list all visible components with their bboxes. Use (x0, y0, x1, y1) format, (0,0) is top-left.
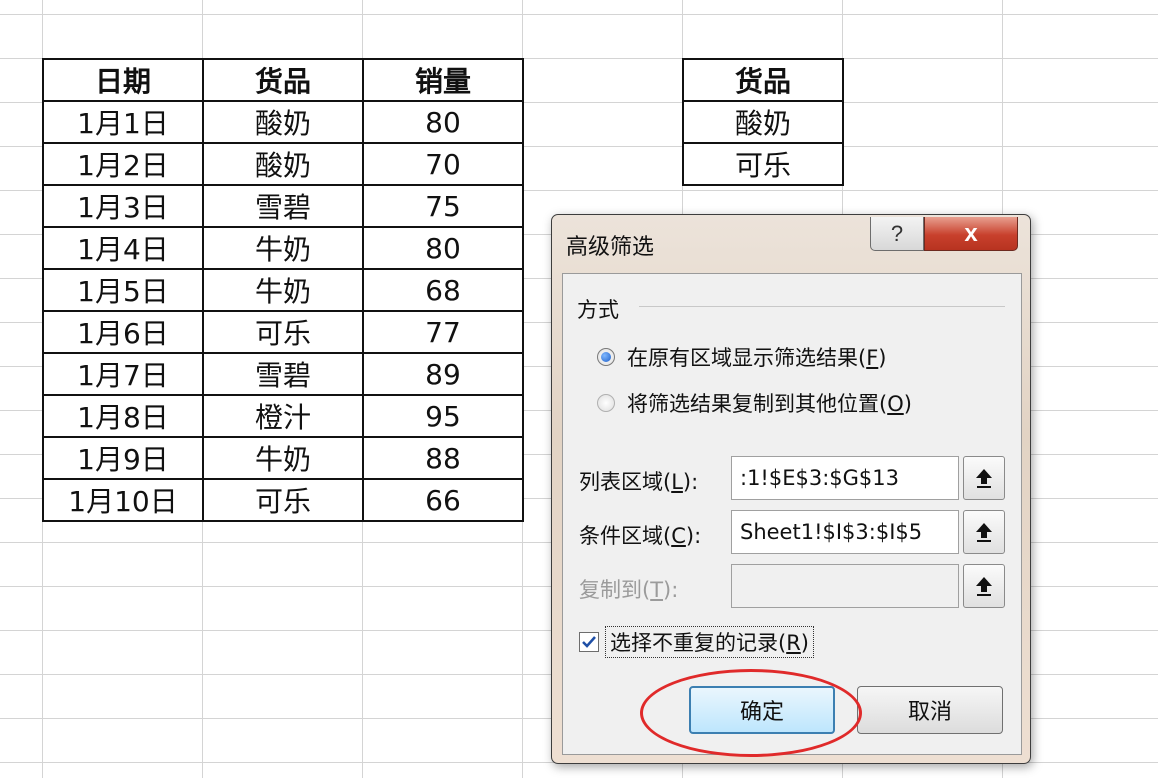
help-button[interactable]: ? (870, 217, 924, 251)
criteria-cell[interactable]: 可乐 (682, 142, 844, 186)
radio-copy-to-location[interactable]: 将筛选结果复制到其他位置(O) (597, 388, 912, 418)
cell-date[interactable]: 1月7日 (42, 352, 204, 396)
cell-sales[interactable]: 75 (362, 184, 524, 228)
table-row: 1月3日 雪碧 75 (42, 184, 524, 228)
mode-group-label: 方式 (577, 298, 619, 322)
radio-inplace-label: 在原有区域显示筛选结果(F) (627, 346, 887, 370)
cell-product[interactable]: 橙汁 (202, 394, 364, 438)
cell-product[interactable]: 酸奶 (202, 100, 364, 144)
checkmark-icon (582, 636, 596, 648)
cell-sales[interactable]: 68 (362, 268, 524, 312)
table-header-row: 日期 货品 销量 (42, 58, 524, 102)
table-row: 1月5日 牛奶 68 (42, 268, 524, 312)
criteria-range-label: 条件区域(C): (579, 524, 702, 548)
cell-product[interactable]: 可乐 (202, 478, 364, 522)
table-row: 1月6日 可乐 77 (42, 310, 524, 354)
collapse-arrow-icon (976, 577, 992, 596)
cell-date[interactable]: 1月8日 (42, 394, 204, 438)
cell-product[interactable]: 牛奶 (202, 436, 364, 480)
criteria-header-row: 货品 (682, 58, 844, 102)
cell-sales[interactable]: 89 (362, 352, 524, 396)
table-row: 1月7日 雪碧 89 (42, 352, 524, 396)
cancel-button[interactable]: 取消 (857, 686, 1003, 734)
cell-product[interactable]: 牛奶 (202, 268, 364, 312)
cell-sales[interactable]: 95 (362, 394, 524, 438)
cell-product[interactable]: 酸奶 (202, 142, 364, 186)
table-row: 1月8日 橙汁 95 (42, 394, 524, 438)
header-product[interactable]: 货品 (202, 58, 364, 102)
radio-filter-in-place[interactable]: 在原有区域显示筛选结果(F) (597, 342, 887, 372)
criteria-row: 可乐 (682, 142, 844, 186)
criteria-range-collapse-button[interactable] (963, 510, 1005, 554)
list-range-input[interactable]: :1!$E$3:$G$13 (731, 456, 959, 500)
cell-product[interactable]: 雪碧 (202, 184, 364, 228)
list-range-collapse-button[interactable] (963, 456, 1005, 500)
cell-sales[interactable]: 66 (362, 478, 524, 522)
unique-records-label: 选择不重复的记录(R) (605, 626, 814, 658)
sales-data-table: 日期 货品 销量 1月1日 酸奶 80 1月2日 酸奶 70 1月3日 雪碧 75 1月4日 牛奶 8… (42, 58, 524, 522)
cell-date[interactable]: 1月9日 (42, 436, 204, 480)
table-row: 1月10日 可乐 66 (42, 478, 524, 522)
cell-date[interactable]: 1月2日 (42, 142, 204, 186)
help-icon: ? (890, 220, 904, 246)
cell-sales[interactable]: 88 (362, 436, 524, 480)
close-button[interactable]: x (924, 217, 1018, 251)
cell-product[interactable]: 牛奶 (202, 226, 364, 270)
table-row: 1月4日 牛奶 80 (42, 226, 524, 270)
close-icon: x (964, 219, 978, 247)
radio-copy-label: 将筛选结果复制到其他位置(O) (627, 392, 912, 416)
radio-button-unselected[interactable] (597, 394, 615, 412)
cell-product[interactable]: 可乐 (202, 310, 364, 354)
header-sales[interactable]: 销量 (362, 58, 524, 102)
cell-date[interactable]: 1月3日 (42, 184, 204, 228)
cell-date[interactable]: 1月1日 (42, 100, 204, 144)
header-date[interactable]: 日期 (42, 58, 204, 102)
cell-sales[interactable]: 77 (362, 310, 524, 354)
group-divider (639, 306, 1005, 307)
copy-to-label: 复制到(T): (579, 578, 679, 602)
cell-sales[interactable]: 70 (362, 142, 524, 186)
list-range-label: 列表区域(L): (579, 470, 699, 494)
unique-records-checkbox-row[interactable]: 选择不重复的记录(R) (579, 626, 814, 658)
copy-to-collapse-button[interactable] (963, 564, 1005, 608)
criteria-cell[interactable]: 酸奶 (682, 100, 844, 144)
cell-date[interactable]: 1月5日 (42, 268, 204, 312)
table-row: 1月2日 酸奶 70 (42, 142, 524, 186)
table-row: 1月9日 牛奶 88 (42, 436, 524, 480)
criteria-row: 酸奶 (682, 100, 844, 144)
collapse-arrow-icon (976, 469, 992, 488)
cell-date[interactable]: 1月10日 (42, 478, 204, 522)
radio-button-selected[interactable] (597, 348, 615, 366)
table-row: 1月1日 酸奶 80 (42, 100, 524, 144)
cell-product[interactable]: 雪碧 (202, 352, 364, 396)
cell-sales[interactable]: 80 (362, 226, 524, 270)
collapse-arrow-icon (976, 523, 992, 542)
criteria-range-input[interactable]: Sheet1!$I$3:$I$5 (731, 510, 959, 554)
dialog-title: 高级筛选 (566, 235, 655, 260)
criteria-table: 货品 酸奶 可乐 (682, 58, 844, 186)
criteria-header[interactable]: 货品 (682, 58, 844, 102)
cell-date[interactable]: 1月6日 (42, 310, 204, 354)
copy-to-input[interactable] (731, 564, 959, 608)
cell-sales[interactable]: 80 (362, 100, 524, 144)
unique-records-checkbox[interactable] (579, 632, 599, 652)
cell-date[interactable]: 1月4日 (42, 226, 204, 270)
highlight-ring (640, 669, 862, 757)
